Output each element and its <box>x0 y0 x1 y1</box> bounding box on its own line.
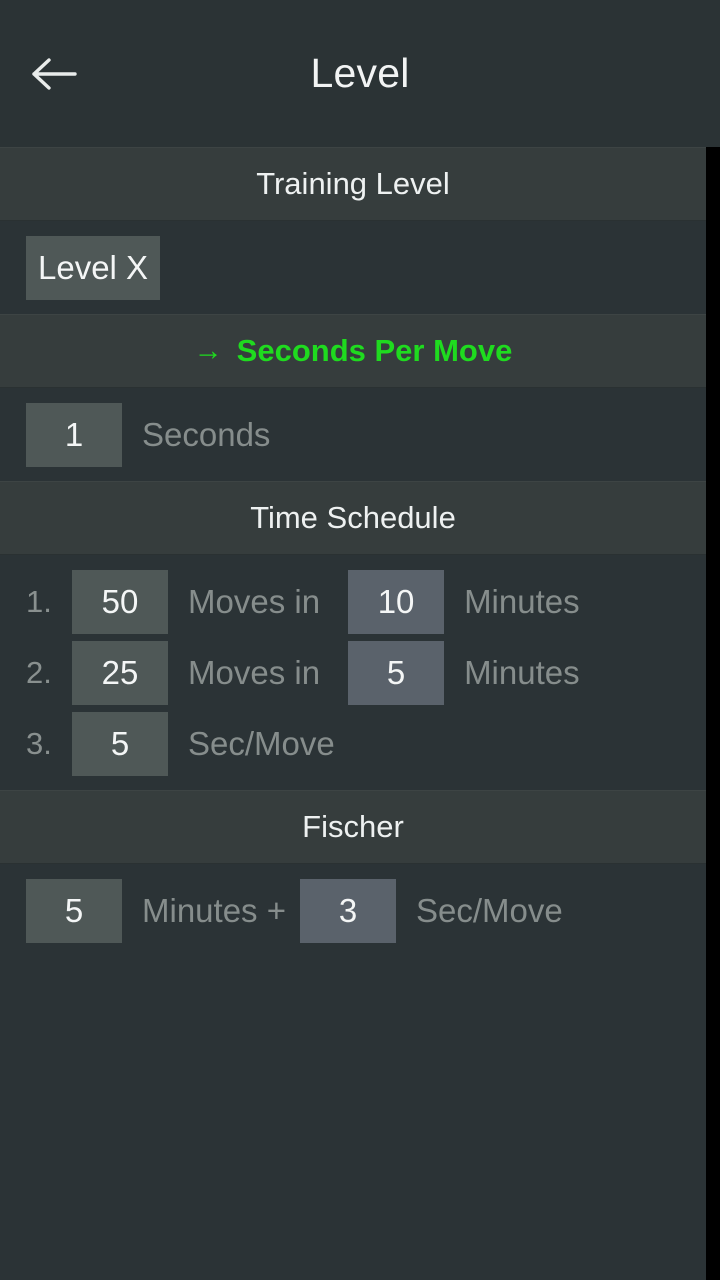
row-index-label: 3. <box>26 725 52 761</box>
row-index-label: 1. <box>26 583 52 619</box>
section-body-time-schedule: 1. 50 Moves in 10 Minutes 2. 25 Moves in… <box>0 566 706 779</box>
schedule-moves-chip-2[interactable]: 25 <box>72 640 168 705</box>
vertical-scrollbar[interactable] <box>706 147 720 1280</box>
section-title-time-schedule: Time Schedule <box>250 500 456 535</box>
seconds-per-move-value-chip[interactable]: 1 <box>26 402 122 467</box>
time-schedule-row: 1. 50 Moves in 10 Minutes <box>0 566 706 637</box>
schedule-moves-chip-1[interactable]: 50 <box>72 569 168 634</box>
schedule-minutes-chip-1[interactable]: 10 <box>348 569 445 634</box>
fischer-minutes-label: Minutes + <box>142 891 286 929</box>
seconds-per-move-unit-label: Seconds <box>142 415 271 453</box>
schedule-moves-label-1: Moves in <box>188 582 321 620</box>
time-schedule-row: 2. 25 Moves in 5 Minutes <box>0 637 706 708</box>
section-header-time-schedule[interactable]: Time Schedule <box>0 481 706 555</box>
schedule-moves-label-3: Sec/Move <box>188 724 335 762</box>
section-title-fischer: Fischer <box>302 809 404 844</box>
fischer-minutes-chip[interactable]: 5 <box>26 878 122 943</box>
schedule-minutes-label-2: Minutes <box>464 653 580 691</box>
section-header-training-level[interactable]: Training Level <box>0 147 706 221</box>
seconds-per-move-row: 1 Seconds <box>0 399 706 470</box>
fischer-increment-chip[interactable]: 3 <box>300 878 396 943</box>
schedule-minutes-label-1: Minutes <box>464 582 580 620</box>
settings-scroll-area[interactable]: Training Level Level X → Seconds Per Mov… <box>0 147 706 1280</box>
section-header-seconds-per-move[interactable]: → Seconds Per Move <box>0 314 706 388</box>
section-header-fischer[interactable]: Fischer <box>0 790 706 864</box>
section-body-fischer: 5 Minutes + 3 Sec/Move <box>0 875 706 946</box>
app-bar: Level <box>0 0 720 147</box>
section-title-seconds-per-move: Seconds Per Move <box>236 333 513 368</box>
row-index-label: 2. <box>26 654 52 690</box>
app-screen: Level Training Level Level X → Seconds P… <box>0 0 720 1280</box>
time-schedule-row: 3. 5 Sec/Move <box>0 708 706 779</box>
training-level-row: Level X <box>0 232 706 303</box>
fischer-increment-label: Sec/Move <box>416 891 563 929</box>
section-title-training-level: Training Level <box>256 166 450 201</box>
fischer-row: 5 Minutes + 3 Sec/Move <box>0 875 706 946</box>
page-title: Level <box>310 50 410 96</box>
arrow-right-icon: → <box>193 334 223 367</box>
training-level-value-chip[interactable]: Level X <box>26 235 161 300</box>
section-body-training-level: Level X <box>0 232 706 303</box>
schedule-moves-chip-3[interactable]: 5 <box>72 711 168 776</box>
section-body-seconds-per-move: 1 Seconds <box>0 399 706 470</box>
schedule-moves-label-2: Moves in <box>188 653 321 691</box>
schedule-minutes-chip-2[interactable]: 5 <box>348 640 445 705</box>
